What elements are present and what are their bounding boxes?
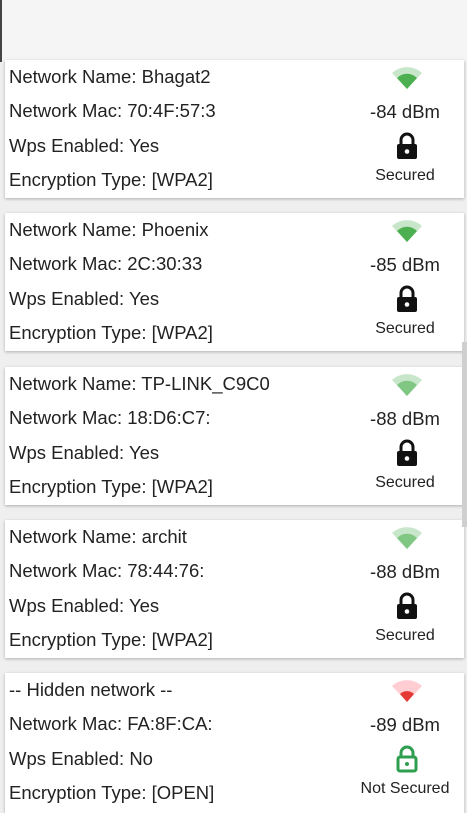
signal-strength: -85 dBm: [370, 254, 440, 275]
network-card[interactable]: Network Name: Phoenix Network Mac: 2C:30…: [5, 213, 464, 351]
lock-icon: [397, 285, 417, 312]
lock-open-icon: [396, 745, 418, 773]
security-status: Not Secured: [360, 780, 450, 797]
wps-enabled: Wps Enabled: Yes: [9, 288, 160, 309]
lock-icon: [397, 592, 417, 619]
wps-enabled: Wps Enabled: No: [9, 748, 153, 769]
lock-icon: [397, 132, 417, 159]
encryption-type: Encryption Type: [WPA2]: [9, 476, 213, 497]
network-mac: Network Mac: 2C:30:33: [9, 253, 203, 274]
scroll-edge: [462, 342, 467, 527]
signal-strength: -84 dBm: [370, 101, 440, 122]
network-card[interactable]: Network Name: TP-LINK_C9C0 Network Mac: …: [5, 367, 464, 505]
network-mac: Network Mac: 78:44:76:: [9, 560, 205, 581]
security-status: Secured: [375, 320, 435, 337]
signal-strength: -88 dBm: [370, 408, 440, 429]
network-card[interactable]: Network Name: Bhagat2 Network Mac: 70:4F…: [5, 60, 464, 198]
network-mac: Network Mac: FA:8F:CA:: [9, 713, 213, 734]
lock-icon: [397, 439, 417, 466]
encryption-type: Encryption Type: [WPA2]: [9, 322, 213, 343]
signal-strength: -89 dBm: [370, 714, 440, 735]
wifi-good-icon: [392, 374, 422, 396]
wifi-good-icon: [392, 220, 422, 242]
wifi-good-icon: [392, 527, 422, 549]
wps-enabled: Wps Enabled: Yes: [9, 595, 160, 616]
network-name: -- Hidden network --: [9, 679, 173, 700]
security-status: Secured: [375, 627, 435, 644]
network-card[interactable]: Network Name: archit Network Mac: 78:44:…: [5, 520, 464, 658]
network-name: Network Name: TP-LINK_C9C0: [9, 373, 270, 394]
network-mac: Network Mac: 70:4F:57:3: [9, 100, 216, 121]
wifi-weak-icon: [392, 680, 422, 702]
encryption-type: Encryption Type: [WPA2]: [9, 629, 213, 650]
network-name: Network Name: Phoenix: [9, 219, 209, 240]
signal-strength: -88 dBm: [370, 561, 440, 582]
network-list: Network Name: Bhagat2 Network Mac: 70:4F…: [0, 0, 467, 813]
network-name: Network Name: Bhagat2: [9, 66, 211, 87]
security-status: Secured: [375, 167, 435, 184]
wps-enabled: Wps Enabled: Yes: [9, 442, 160, 463]
network-name: Network Name: archit: [9, 526, 187, 547]
network-card[interactable]: -- Hidden network -- Network Mac: FA:8F:…: [5, 673, 464, 813]
wps-enabled: Wps Enabled: Yes: [9, 135, 160, 156]
encryption-type: Encryption Type: [WPA2]: [9, 169, 213, 190]
wifi-good-icon: [392, 67, 422, 89]
security-status: Secured: [375, 474, 435, 491]
encryption-type: Encryption Type: [OPEN]: [9, 782, 215, 803]
network-mac: Network Mac: 18:D6:C7:: [9, 407, 211, 428]
